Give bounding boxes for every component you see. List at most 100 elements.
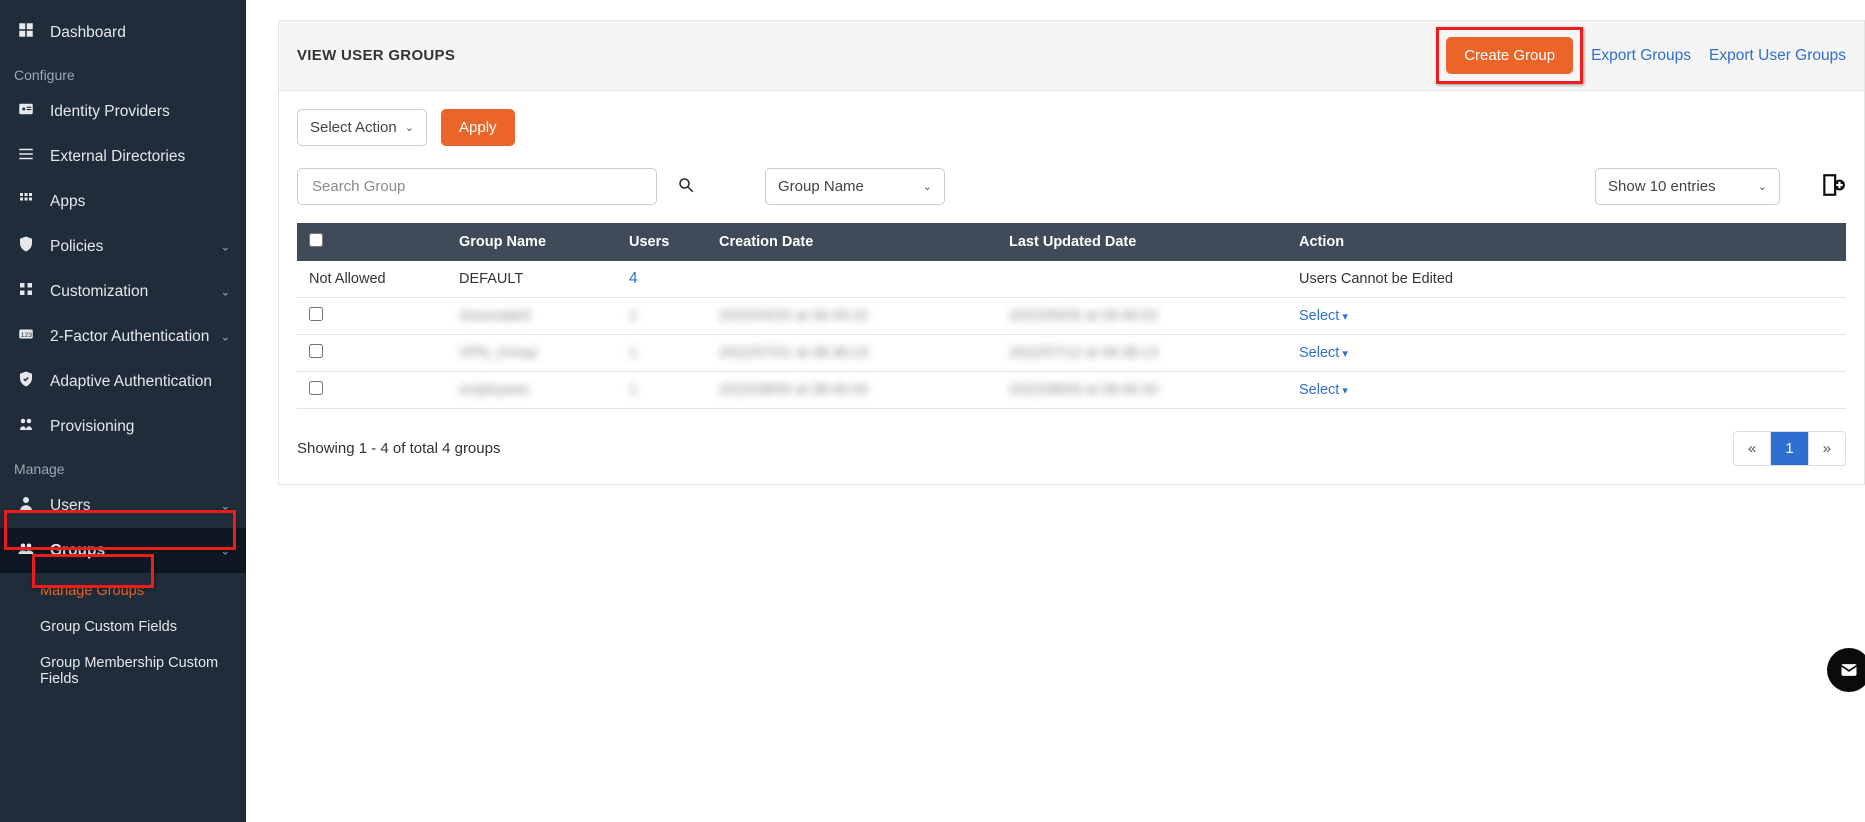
col-group-name: Group Name <box>447 223 617 261</box>
panel-body: Select Action ⌄ Apply Group Name ⌄ Show … <box>279 91 1864 484</box>
mfa-icon: 123 <box>16 325 36 348</box>
chevron-down-icon: ⌄ <box>221 240 230 253</box>
nav-customization[interactable]: Customization ⌄ <box>0 269 246 314</box>
nav-mfa[interactable]: 123 2-Factor Authentication ⌄ <box>0 314 246 359</box>
row-checkbox[interactable] <box>309 307 323 321</box>
select-action-dropdown[interactable]: Select Action ⌄ <box>297 109 427 146</box>
table-row: employees12022/08/09 at 08:46:402022/08/… <box>297 372 1846 409</box>
svg-text:123: 123 <box>21 332 33 339</box>
chevron-down-icon: ⌄ <box>221 544 230 557</box>
nav-group-membership-custom-fields[interactable]: Group Membership Custom Fields <box>0 645 246 697</box>
page-title: VIEW USER GROUPS <box>297 47 455 64</box>
cell-updated-date: 2022/08/09 at 08:46:40 <box>997 372 1287 409</box>
export-groups-link[interactable]: Export Groups <box>1591 47 1691 65</box>
nav-adaptive-label: Adaptive Authentication <box>50 373 212 391</box>
section-manage: Manage <box>0 449 246 483</box>
chevron-down-icon: ⌄ <box>923 180 932 193</box>
cell-group-name: employees <box>447 372 617 409</box>
nav-apps-label: Apps <box>50 193 85 211</box>
cell-group-name: DEFAULT <box>447 261 617 298</box>
paginator: « 1 » <box>1733 431 1846 466</box>
page-size-label: Show 10 entries <box>1608 178 1716 195</box>
chevron-down-icon: ⌄ <box>1758 180 1767 193</box>
mail-icon <box>1839 660 1859 680</box>
filter-field-label: Group Name <box>778 178 864 195</box>
row-checkbox[interactable] <box>309 381 323 395</box>
cell-updated-date: 2022/07/12 at 08:38:13 <box>997 335 1287 372</box>
nav-policies[interactable]: Policies ⌄ <box>0 224 246 269</box>
col-action: Action <box>1287 223 1846 261</box>
main-content: VIEW USER GROUPS Create Group Export Gro… <box>246 0 1865 822</box>
nav-policies-label: Policies <box>50 238 103 256</box>
nav-provisioning-label: Provisioning <box>50 418 134 436</box>
cell-updated-date: 2022/05/05 at 06:46:02 <box>997 298 1287 335</box>
search-group-input[interactable] <box>297 168 657 205</box>
page-size-dropdown[interactable]: Show 10 entries ⌄ <box>1595 168 1780 205</box>
groups-table: Group Name Users Creation Date Last Upda… <box>297 223 1846 409</box>
user-icon <box>16 494 36 517</box>
row-select-dropdown[interactable]: Select <box>1299 308 1348 324</box>
row-select-dropdown[interactable]: Select <box>1299 382 1348 398</box>
table-head: Group Name Users Creation Date Last Upda… <box>297 223 1846 261</box>
cell-creation-date: 2022/04/25 at 06:49:22 <box>707 298 997 335</box>
chat-bubble[interactable] <box>1827 648 1865 692</box>
sidebar: Dashboard Configure Identity Providers E… <box>0 0 246 822</box>
apply-button[interactable]: Apply <box>441 109 515 146</box>
row-select-dropdown[interactable]: Select <box>1299 345 1348 361</box>
nav-groups-label: Groups <box>50 542 105 560</box>
nav-users-label: Users <box>50 497 90 515</box>
cell-creation-date: 2022/07/01 at 08:38:13 <box>707 335 997 372</box>
row-checkbox-disabled: Not Allowed <box>297 261 447 298</box>
search-icon[interactable] <box>677 176 695 198</box>
nav-users[interactable]: Users ⌄ <box>0 483 246 528</box>
cell-action: Users Cannot be Edited <box>1287 261 1846 298</box>
nav-groups[interactable]: Groups ⌄ <box>0 528 246 573</box>
nav-group-custom-fields[interactable]: Group Custom Fields <box>0 609 246 645</box>
chevron-down-icon: ⌄ <box>221 499 230 512</box>
col-updated: Last Updated Date <box>997 223 1287 261</box>
cell-group-name: Associated <box>447 298 617 335</box>
cell-updated-date <box>997 261 1287 298</box>
filter-row: Group Name ⌄ Show 10 entries ⌄ <box>297 168 1846 205</box>
export-user-groups-link[interactable]: Export User Groups <box>1709 47 1846 65</box>
nav-dashboard[interactable]: Dashboard <box>0 10 246 55</box>
cell-action: Select <box>1287 335 1846 372</box>
nav-idp[interactable]: Identity Providers <box>0 89 246 134</box>
id-card-icon <box>16 100 36 123</box>
cell-creation-date: 2022/08/09 at 08:46:40 <box>707 372 997 409</box>
page-1[interactable]: 1 <box>1771 432 1808 465</box>
cell-action: Select <box>1287 298 1846 335</box>
users-count-link[interactable]: 4 <box>629 270 638 287</box>
add-column-icon[interactable] <box>1820 172 1846 202</box>
col-users: Users <box>617 223 707 261</box>
row-checkbox[interactable] <box>309 344 323 358</box>
page-prev[interactable]: « <box>1734 432 1771 465</box>
dashboard-icon <box>16 21 36 44</box>
select-action-label: Select Action <box>310 119 397 136</box>
nav-ext-dirs[interactable]: External Directories <box>0 134 246 179</box>
select-all-checkbox[interactable] <box>309 233 323 247</box>
cell-group-name: VPN_Group <box>447 335 617 372</box>
table-row: Not AllowedDEFAULT 4 Users Cannot be Edite… <box>297 261 1846 298</box>
shield-check-icon <box>16 370 36 393</box>
header-actions: Create Group Export Groups Export User G… <box>1446 37 1846 74</box>
provisioning-icon <box>16 415 36 438</box>
panel-header: VIEW USER GROUPS Create Group Export Gro… <box>279 21 1864 91</box>
create-group-button[interactable]: Create Group <box>1446 37 1573 74</box>
cell-users: 1 <box>617 335 707 372</box>
nav-provisioning[interactable]: Provisioning <box>0 404 246 449</box>
nav-adaptive[interactable]: Adaptive Authentication <box>0 359 246 404</box>
palette-icon <box>16 280 36 303</box>
nav-manage-groups[interactable]: Manage Groups <box>0 573 246 609</box>
table-footer: Showing 1 - 4 of total 4 groups « 1 » <box>297 431 1846 466</box>
table-row: Associated12022/04/25 at 06:49:222022/05… <box>297 298 1846 335</box>
page-next[interactable]: » <box>1809 432 1845 465</box>
filter-field-dropdown[interactable]: Group Name ⌄ <box>765 168 945 205</box>
nav-customization-label: Customization <box>50 283 148 301</box>
nav-dashboard-label: Dashboard <box>50 24 126 42</box>
nav-apps[interactable]: Apps <box>0 179 246 224</box>
action-row: Select Action ⌄ Apply <box>297 109 1846 146</box>
cell-action: Select <box>1287 372 1846 409</box>
showing-text: Showing 1 - 4 of total 4 groups <box>297 440 500 457</box>
cell-users: 1 <box>617 298 707 335</box>
